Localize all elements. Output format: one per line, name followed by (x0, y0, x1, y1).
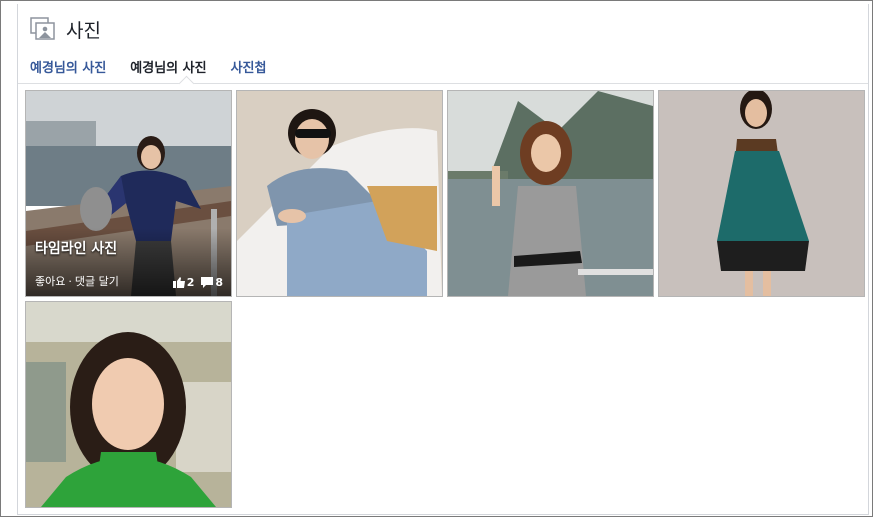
photo-image (26, 302, 231, 507)
photo-thumbnail-3[interactable] (447, 90, 654, 297)
tabs-divider (18, 83, 868, 84)
photo-thumbnail-4[interactable] (658, 90, 865, 297)
tab-albums[interactable]: 사진첩 (231, 57, 267, 76)
separator: · (68, 274, 72, 288)
photo-image (659, 91, 864, 296)
panel-header: 사진 (30, 14, 101, 44)
photo-image (448, 91, 653, 296)
photos-panel: 사진 예경님의 사진 예경님의 사진 사진첩 타임라인 사진 좋아요 · 댓글 … (17, 4, 869, 515)
photo-thumbnail-1[interactable]: 타임라인 사진 좋아요 · 댓글 달기 2 8 (25, 90, 232, 297)
photo-caption: 타임라인 사진 (35, 241, 118, 257)
like-count: 2 (186, 276, 195, 289)
photo-actions: 좋아요 · 댓글 달기 (35, 273, 119, 289)
photo-counts: 2 8 (172, 276, 223, 289)
photo-tabs: 예경님의 사진 예경님의 사진 사진첩 (30, 57, 290, 76)
window-frame: 사진 예경님의 사진 예경님의 사진 사진첩 타임라인 사진 좋아요 · 댓글 … (0, 0, 873, 517)
photo-album-icon (30, 17, 56, 41)
active-tab-caret (178, 75, 195, 92)
thumbs-up-icon (172, 277, 185, 288)
photo-thumbnail-2[interactable] (236, 90, 443, 297)
like-link[interactable]: 좋아요 (35, 273, 65, 289)
comment-count: 8 (215, 276, 223, 289)
comment-link[interactable]: 댓글 달기 (75, 273, 119, 289)
photo-image (237, 91, 442, 296)
tab-users-photos[interactable]: 예경님의 사진 (130, 57, 206, 76)
page-title: 사진 (66, 19, 101, 42)
comment-bubble-icon (201, 277, 214, 288)
tab-photos-of-user[interactable]: 예경님의 사진 (30, 57, 106, 76)
photo-thumbnail-5[interactable] (25, 301, 232, 508)
